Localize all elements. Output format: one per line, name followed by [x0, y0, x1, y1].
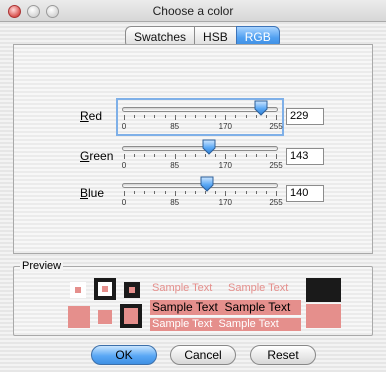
slider-tick [174, 191, 176, 196]
slider-tick [184, 154, 186, 157]
slider-tick [265, 191, 267, 194]
slider-tick-label: 0 [121, 161, 127, 170]
sample-text-highlight-row: Sample Text Sample Text [150, 300, 301, 315]
slider-tick [245, 115, 247, 118]
title-bar: Choose a color [0, 0, 386, 22]
slider-tick [144, 154, 146, 157]
slider-tick [194, 154, 196, 157]
red-label: Red [80, 109, 103, 123]
slider-tick [144, 115, 146, 118]
blue-label: Blue [80, 186, 105, 200]
green-value-field[interactable]: 143 [286, 148, 324, 165]
sample-text-1: Sample Text [152, 282, 213, 294]
slider-tick [164, 115, 166, 118]
slider-track[interactable] [122, 146, 278, 151]
swatch-color-large [68, 306, 90, 328]
green-slider[interactable]: 0 85 170 255 [118, 139, 283, 173]
slider-tick-label: 170 [218, 161, 233, 170]
ok-button[interactable]: OK [91, 345, 157, 365]
sample-text-2: Sample Text [228, 282, 289, 294]
slider-tick [134, 191, 136, 194]
slider-tick-label: 85 [170, 161, 180, 170]
green-label: Green [80, 149, 114, 163]
slider-tick [245, 154, 247, 157]
slider-tick [255, 191, 257, 194]
slider-tick [235, 115, 237, 118]
slider-tick [144, 191, 146, 194]
slider-tick [164, 154, 166, 157]
slider-tick [255, 154, 257, 157]
slider-tick-label: 85 [170, 122, 180, 131]
slider-tick-label: 255 [269, 161, 283, 170]
slider-tick [134, 115, 136, 118]
sample-text-inverse-row: Sample Text Sample Text [150, 318, 301, 331]
slider-tick [265, 154, 267, 157]
preview-legend: Preview [20, 260, 64, 272]
slider-tick [134, 154, 136, 157]
slider-tick [124, 154, 125, 159]
preview-dark-block [306, 278, 341, 302]
slider-tick [276, 115, 277, 120]
preview-color-block [306, 304, 341, 328]
slider-tick [154, 154, 156, 157]
slider-tick-labels: 0 85 170 255 [118, 198, 283, 208]
slider-tick-label: 85 [170, 198, 180, 207]
slider-tick [164, 191, 166, 194]
slider-tick [215, 191, 217, 194]
slider-tick [154, 191, 156, 194]
blue-slider[interactable]: 0 85 170 255 [118, 176, 283, 210]
slider-tick [276, 154, 277, 159]
slider-tick [184, 115, 186, 118]
slider-thumb[interactable] [200, 176, 214, 192]
slider-tick-label: 170 [218, 122, 233, 131]
slider-tick-label: 170 [218, 198, 233, 207]
slider-tick-labels: 0 85 170 255 [118, 122, 283, 132]
slider-tick [194, 115, 196, 118]
slider-tick-label: 0 [121, 122, 127, 131]
slider-tick [174, 115, 176, 120]
slider-tick-label: 255 [269, 198, 283, 207]
slider-tick [174, 154, 176, 159]
slider-tick [245, 191, 247, 194]
window-title: Choose a color [152, 4, 234, 18]
slider-tick [124, 191, 125, 196]
slider-tick [225, 154, 227, 159]
swatch-white-small [70, 282, 86, 298]
swatch-color-on-dark [120, 304, 142, 328]
slider-thumb[interactable] [254, 100, 268, 116]
slider-tick [235, 154, 237, 157]
slider-tick-label: 0 [121, 198, 127, 207]
red-slider[interactable]: 0 85 170 255 [116, 98, 284, 136]
slider-tick [124, 115, 125, 120]
swatch-dark-small [124, 282, 140, 298]
slider-tick [205, 115, 207, 118]
slider-tick [225, 191, 227, 196]
slider-tick [184, 191, 186, 194]
reset-button[interactable]: Reset [250, 345, 316, 365]
swatch-color-small [98, 310, 112, 324]
blue-value-field[interactable]: 140 [286, 185, 324, 202]
slider-tick [194, 191, 196, 194]
cancel-button[interactable]: Cancel [170, 345, 236, 365]
red-value-field[interactable]: 229 [286, 108, 324, 125]
slider-tick-labels: 0 85 170 255 [118, 161, 283, 171]
slider-tick-label: 255 [269, 122, 283, 131]
slider-tick [235, 191, 237, 194]
slider-ticks [124, 154, 277, 160]
slider-tick [154, 115, 156, 118]
slider-thumb[interactable] [202, 139, 216, 155]
slider-tick [225, 115, 227, 120]
slider-tick [215, 115, 217, 118]
slider-tick [276, 191, 277, 196]
swatch-dark-large [94, 278, 116, 300]
